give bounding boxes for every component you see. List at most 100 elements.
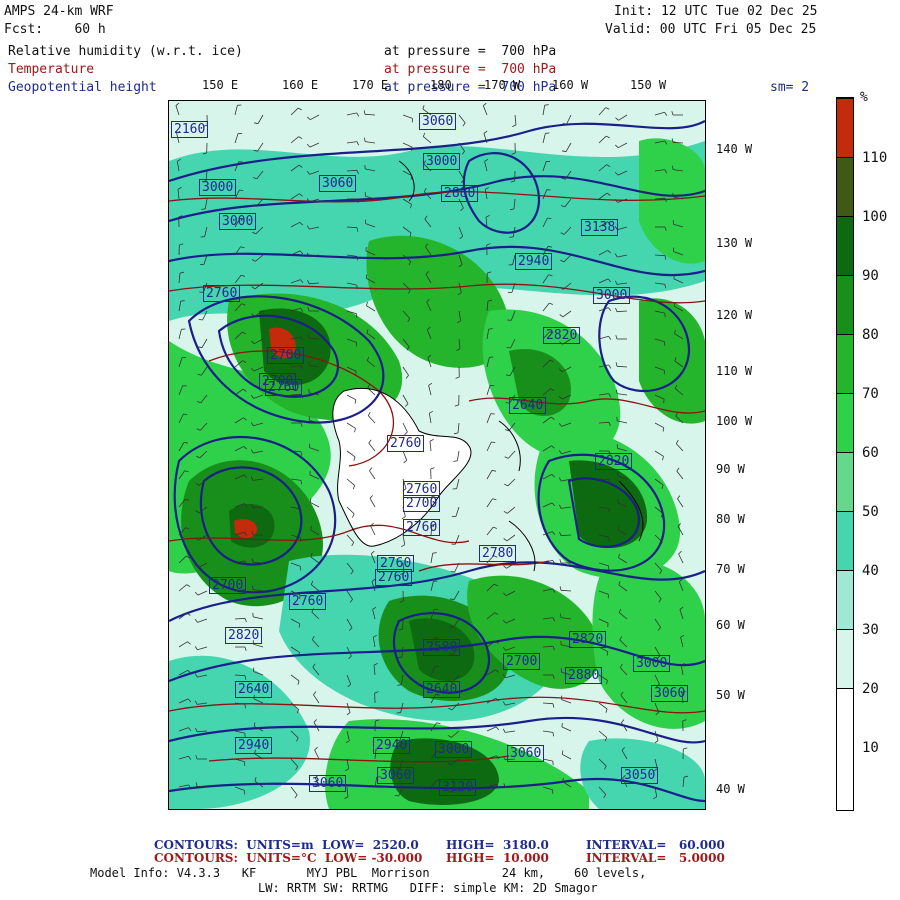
footer-model-info: Model Info: V4.3.3 KF MYJ PBL Morrison 2… (90, 866, 647, 880)
height-label-box: 2760 (203, 285, 241, 302)
field1-name: Relative humidity (w.r.t. ice) (8, 44, 243, 59)
height-label-box: 3060 (309, 775, 347, 792)
height-label-box: 2700 (503, 653, 541, 670)
footer-temp-interval: INTERVAL= 5.0000 (586, 851, 725, 865)
height-label-box: 2700 (267, 347, 305, 364)
height-label-box: 3060 (507, 745, 545, 762)
colorbar-swatch (837, 511, 853, 570)
height-label-box: 2820 (569, 631, 607, 648)
colorbar-swatch (837, 157, 853, 216)
colorbar-tick: 40 (862, 563, 879, 579)
height-label-box: 3138 (581, 219, 619, 236)
height-label-box: 2760 (403, 519, 441, 536)
height-label-box: 2700 (403, 495, 441, 512)
colorbar-swatch (837, 570, 853, 629)
height-label-box: 3120 (439, 779, 477, 796)
colorbar-tick: 80 (862, 327, 879, 343)
height-label-box: 2760 (375, 569, 413, 586)
colorbar-swatch (837, 629, 853, 688)
height-label-box: 2640 (423, 681, 461, 698)
height-label-box: 2160 (171, 121, 209, 138)
lat-label: 110 W (716, 364, 753, 378)
height-label-box: 3000 (633, 655, 671, 672)
height-label-box: 2760 (289, 593, 327, 610)
lat-label: 120 W (716, 308, 753, 322)
height-label-box: 2640 (235, 681, 273, 698)
map-panel: 3060 3000 3000 2880 3000 2940 2760 2820 … (168, 100, 706, 810)
height-label-box: 3060 (319, 175, 357, 192)
height-label-box: 3000 (423, 153, 461, 170)
height-label-box: 2880 (565, 667, 603, 684)
lon-label: 170 E (352, 78, 389, 92)
colorbar-swatch (837, 452, 853, 511)
init-time: Init: 12 UTC Tue 02 Dec 25 (614, 4, 818, 19)
colorbar-tick: 30 (862, 622, 879, 638)
height-label-box: 3000 (435, 741, 473, 758)
field2-name: Temperature (8, 62, 95, 77)
colorbar-tick: 20 (862, 681, 879, 697)
lat-label: 130 W (716, 236, 753, 250)
height-label-box: 2700 (259, 373, 297, 390)
lon-label: 160 E (282, 78, 319, 92)
lon-label: 160 W (552, 78, 589, 92)
smoothing-label: sm= 2 (770, 80, 810, 95)
lat-label: 50 W (716, 688, 745, 702)
colorbar-tick: 110 (862, 150, 888, 166)
colorbar-swatch (837, 688, 853, 810)
lat-label: 40 W (716, 782, 745, 796)
colorbar-swatch (837, 334, 853, 393)
height-label-box: 3000 (199, 179, 237, 196)
forecast-hour: Fcst: 60 h (4, 22, 106, 37)
height-label-box: 2820 (543, 327, 581, 344)
lat-label: 60 W (716, 618, 745, 632)
lon-label: 150 E (202, 78, 239, 92)
height-label-box: 2700 (209, 577, 247, 594)
lon-label: 180 (430, 78, 452, 92)
height-label-box: 2940 (373, 737, 411, 754)
colorbar-swatch (837, 98, 853, 157)
height-label-box: 3060 (377, 767, 415, 784)
height-label-box: 2580 (423, 639, 461, 656)
lat-label: 80 W (716, 512, 745, 526)
footer-physics-info: LW: RRTM SW: RRTMG DIFF: simple KM: 2D S… (258, 881, 598, 895)
colorbar-tick: 60 (862, 445, 879, 461)
height-label-box: 3050 (621, 767, 659, 784)
valid-time: Valid: 00 UTC Fri 05 Dec 25 (605, 22, 817, 37)
model-title: AMPS 24-km WRF (4, 4, 114, 19)
height-label-box: 2760 (387, 435, 425, 452)
colorbar-unit: % (860, 90, 868, 105)
colorbar-tick: 70 (862, 386, 879, 402)
field3-level: at pressure = 700 hPa (384, 80, 557, 95)
footer-height-contours: CONTOURS: UNITS=m LOW= 2520.0 (154, 838, 419, 852)
lat-label: 140 W (716, 142, 753, 156)
lat-label: 90 W (716, 462, 745, 476)
lon-label: 170 W (484, 78, 521, 92)
height-label-box: 3000 (593, 287, 631, 304)
footer-temp-contours: CONTOURS: UNITS=°C LOW= -30.000 (154, 851, 423, 865)
height-label-box: 3060 (651, 685, 689, 702)
colorbar (836, 97, 854, 811)
footer-height-high: HIGH= 3180.0 (446, 838, 549, 852)
lat-label: 70 W (716, 562, 745, 576)
height-label-box: 2820 (595, 453, 633, 470)
footer-height-interval: INTERVAL= 60.000 (586, 838, 725, 852)
lat-label: 100 W (716, 414, 753, 428)
colorbar-tick: 10 (862, 740, 879, 756)
height-label-box: 2940 (515, 253, 553, 270)
colorbar-swatch (837, 216, 853, 275)
height-label-box: 3000 (219, 213, 257, 230)
height-label-box: 2780 (479, 545, 517, 562)
height-label-box: 2880 (441, 185, 479, 202)
field2-level: at pressure = 700 hPa (384, 62, 557, 77)
field1-level: at pressure = 700 hPa (384, 44, 557, 59)
colorbar-swatch (837, 393, 853, 452)
footer-temp-high: HIGH= 10.000 (446, 851, 549, 865)
colorbar-tick: 100 (862, 209, 888, 225)
colorbar-tick: 90 (862, 268, 879, 284)
height-label-box: 3060 (419, 113, 457, 130)
height-label-box: 2820 (225, 627, 263, 644)
colorbar-tick: 50 (862, 504, 879, 520)
height-label-box: 2640 (509, 397, 547, 414)
colorbar-swatch (837, 275, 853, 334)
field3-name: Geopotential height (8, 80, 157, 95)
